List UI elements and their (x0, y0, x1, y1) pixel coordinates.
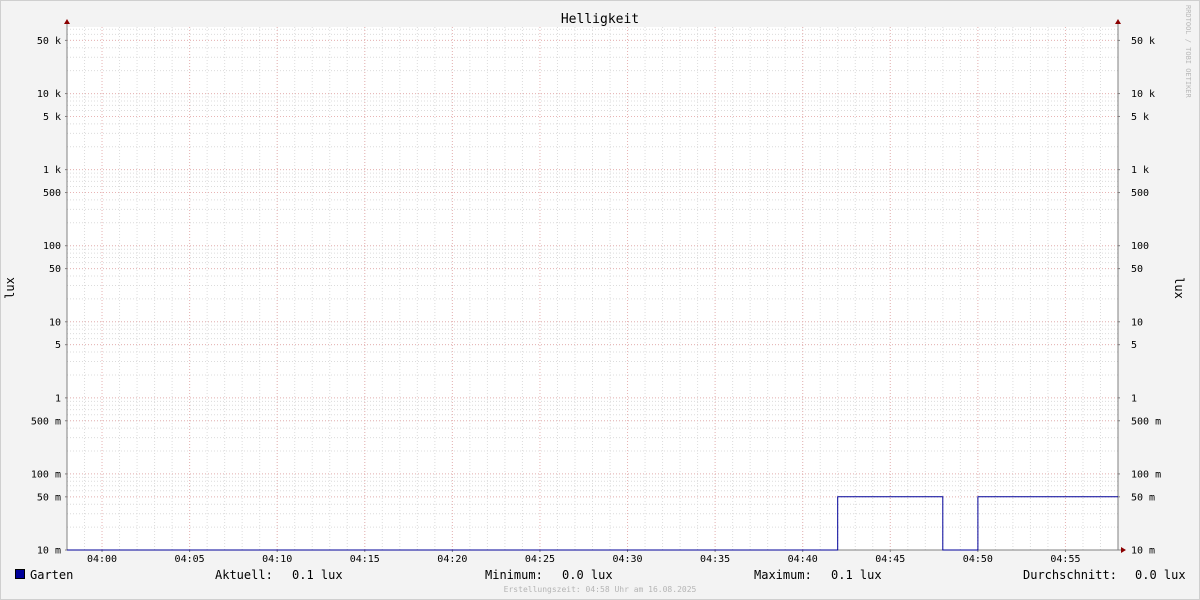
y-tick-label-left: 1 k (43, 165, 61, 176)
x-tick-label: 04:50 (963, 554, 993, 565)
y-tick-label-right: 10 k (1131, 89, 1155, 100)
x-tick-label: 04:45 (875, 554, 905, 565)
y-tick-label-left: 100 (43, 241, 61, 252)
legend-swatch (15, 569, 25, 579)
legend-current-value: 0.1 lux (292, 568, 343, 582)
legend-max-value: 0.1 lux (831, 568, 882, 582)
legend: Garten Aktuell: 0.1 lux Minimum: 0.0 lux… (0, 566, 1200, 584)
y-tick-label-right: 1 k (1131, 165, 1149, 176)
y-tick-label-left: 1 (55, 393, 61, 404)
x-tick-label: 04:35 (700, 554, 730, 565)
x-tick-label: 04:40 (788, 554, 818, 565)
y-tick-label-right: 5 k (1131, 112, 1149, 123)
y-tick-label-left: 50 m (37, 492, 61, 503)
y-axis-arrow-left (64, 19, 70, 24)
legend-min-value: 0.0 lux (562, 568, 613, 582)
footer-timestamp: Erstellungszeit: 04:58 Uhr am 16.08.2025 (503, 585, 697, 594)
x-tick-label: 04:05 (175, 554, 205, 565)
y-tick-label-left: 500 m (31, 416, 61, 427)
x-tick-label: 04:20 (437, 554, 467, 565)
y-tick-label-right: 500 (1131, 188, 1149, 199)
x-tick-label: 04:15 (350, 554, 380, 565)
y-axis-label-right: lux (1172, 277, 1186, 299)
x-axis-arrow (1121, 547, 1126, 553)
grid (66, 27, 1119, 551)
x-tick-label: 04:55 (1050, 554, 1080, 565)
legend-min-label: Minimum: (485, 568, 543, 582)
y-tick-label-right: 500 m (1131, 416, 1161, 427)
y-axis-label-left: lux (3, 277, 17, 299)
y-tick-label-right: 50 k (1131, 36, 1155, 47)
x-tick-label: 04:30 (612, 554, 642, 565)
legend-current-label: Aktuell: (215, 568, 273, 582)
y-tick-label-left: 50 k (37, 36, 61, 47)
y-tick-label-right: 10 m (1131, 546, 1155, 557)
y-axis-arrow-right (1115, 19, 1121, 24)
y-tick-label-left: 100 m (31, 469, 61, 480)
y-tick-label-left: 10 (49, 317, 61, 328)
x-tick-label: 04:10 (262, 554, 292, 565)
y-tick-label-right: 100 m (1131, 469, 1161, 480)
watermark: RRDTOOL / TOBI OETIKER (1184, 5, 1192, 99)
y-tick-label-left: 10 k (37, 89, 61, 100)
y-tick-label-right: 50 m (1131, 492, 1155, 503)
chart: 10 m 10 m 50 m 50 m 100 m 100 m 500 m 500 m 1 1 5 5… (3, 5, 1192, 565)
legend-max-label: Maximum: (754, 568, 812, 582)
y-tick-label-right: 1 (1131, 393, 1137, 404)
chart-title: Helligkeit (561, 12, 639, 27)
legend-avg-label: Durchschnitt: (1023, 568, 1117, 582)
y-tick-label-right: 10 (1131, 317, 1143, 328)
x-tick-label: 04:00 (87, 554, 117, 565)
legend-avg-value: 0.0 lux (1135, 568, 1186, 582)
x-tick-label: 04:25 (525, 554, 555, 565)
y-tick-label-left: 10 m (37, 546, 61, 557)
y-tick-label-left: 5 k (43, 112, 61, 123)
y-tick-label-right: 50 (1131, 264, 1143, 275)
y-tick-label-right: 5 (1131, 340, 1137, 351)
y-tick-label-right: 100 (1131, 241, 1149, 252)
y-tick-label-left: 500 (43, 188, 61, 199)
y-tick-label-left: 5 (55, 340, 61, 351)
y-tick-label-left: 50 (49, 264, 61, 275)
legend-series-name: Garten (30, 568, 74, 582)
